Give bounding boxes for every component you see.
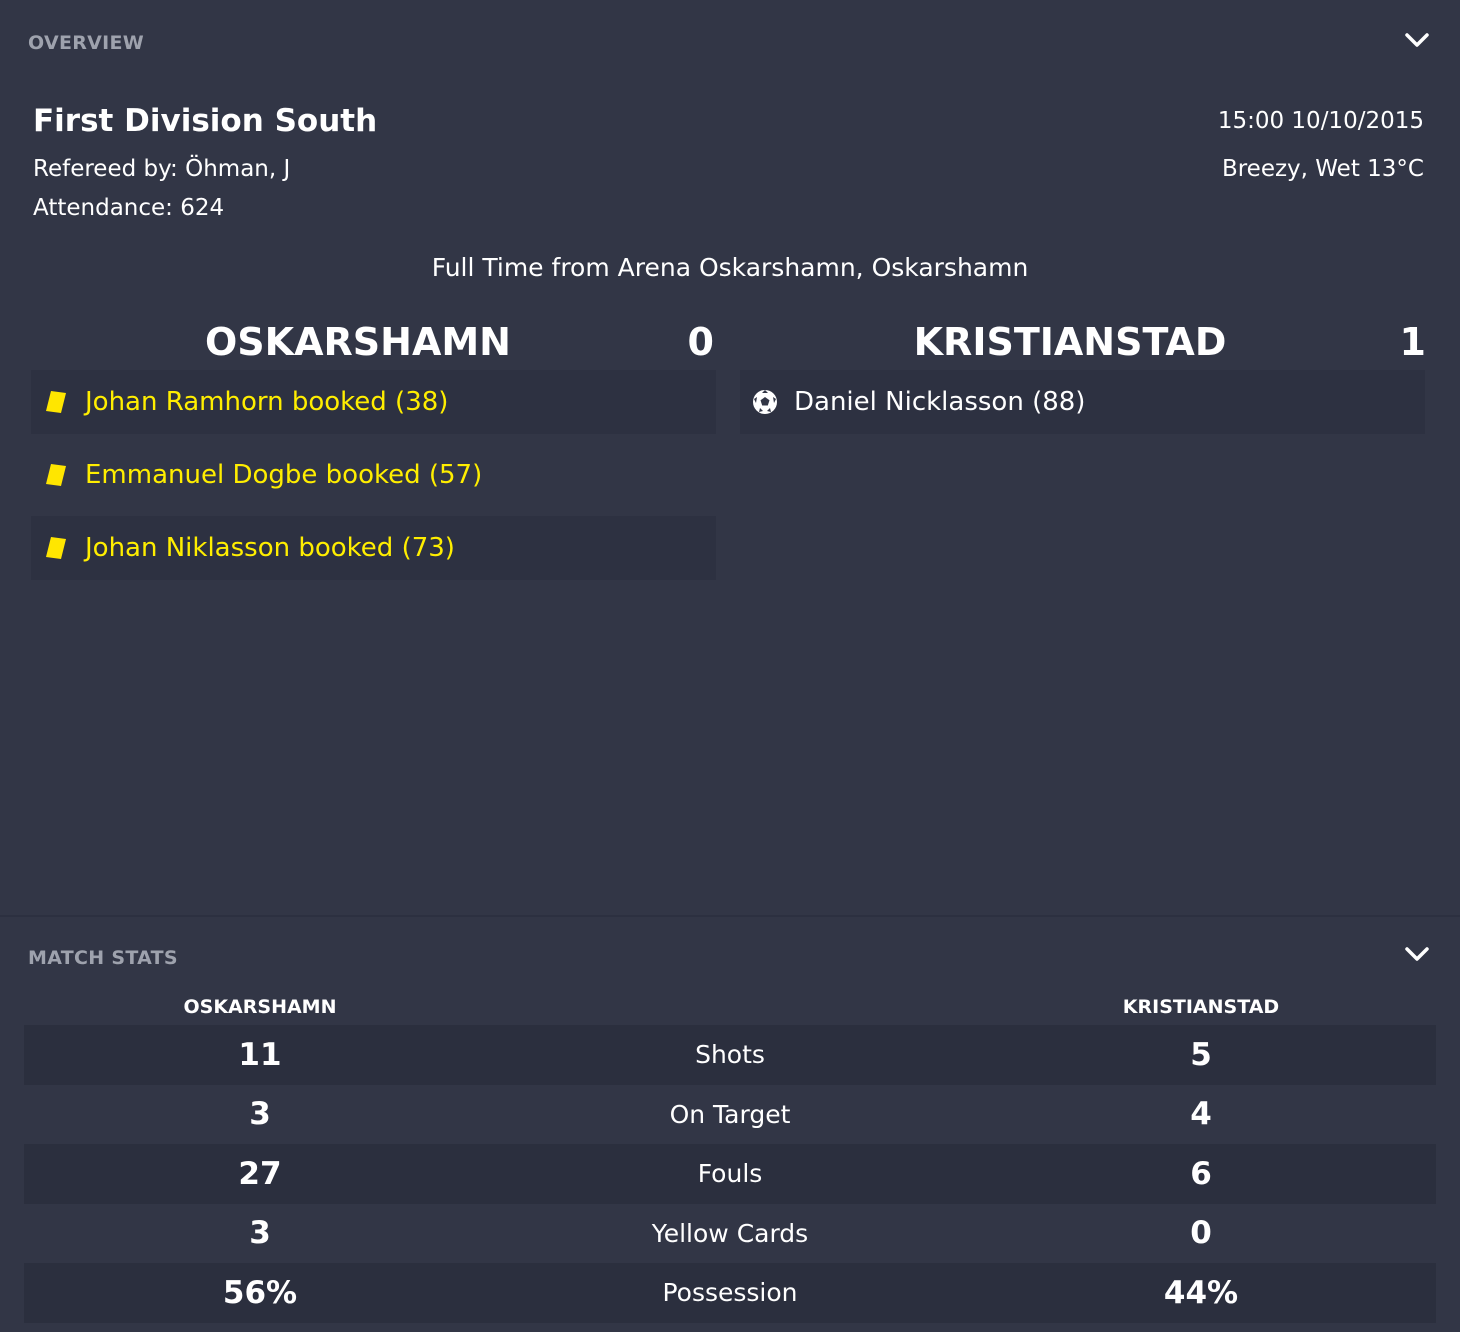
match-overview-panel: OVERVIEW First Division South Refereed b… [0,0,1460,1332]
home-events-list: Johan Ramhorn booked (38) Emmanuel Dogbe… [31,370,716,589]
stat-home-value: 3 [249,1215,271,1252]
yellow-card-icon [42,390,70,414]
stat-home-value: 11 [238,1036,282,1073]
stat-label: Fouls [697,1159,763,1189]
away-team-name[interactable]: KRISTIANSTAD [870,320,1270,364]
event-booking[interactable]: Johan Ramhorn booked (38) [31,370,716,434]
stat-away-value: 6 [1190,1155,1212,1192]
stat-away-value: 5 [1190,1036,1212,1073]
stat-label: Shots [695,1040,765,1070]
home-team-name[interactable]: OSKARSHAMN [158,320,558,364]
stat-away-value: 4 [1190,1096,1212,1133]
stat-row-fouls: 27 Fouls 6 [24,1144,1436,1204]
event-goal[interactable]: Daniel Nicklasson (88) [740,370,1425,434]
event-booking[interactable]: Johan Niklasson booked (73) [31,516,716,580]
event-text: Daniel Nicklasson (88) [794,387,1086,417]
event-text: Emmanuel Dogbe booked (57) [85,460,483,490]
competition-title[interactable]: First Division South [33,103,377,139]
stat-label: Yellow Cards [651,1218,809,1248]
venue-status-text: Full Time from Arena Oskarshamn, Oskarsh… [431,253,1029,282]
stat-home-value: 56% [222,1274,298,1311]
match-stats-section-title: MATCH STATS [28,947,178,969]
away-team-score: 1 [1399,320,1426,364]
stat-home-value: 3 [249,1096,271,1133]
stat-label: On Target [669,1099,791,1129]
stat-label: Possession [662,1278,798,1308]
yellow-card-icon [42,536,70,560]
stat-row-on-target: 3 On Target 4 [24,1085,1436,1145]
match-stats-table: 11 Shots 5 3 On Target 4 27 Fouls 6 3 Ye… [24,1025,1436,1323]
referee-text: Refereed by: Öhman, J [33,156,291,182]
stat-away-value: 44% [1163,1274,1239,1311]
yellow-card-icon [42,463,70,487]
event-text: Johan Niklasson booked (73) [85,533,455,563]
attendance-text: Attendance: 624 [33,195,225,221]
home-team-score: 0 [687,320,714,364]
football-icon [751,388,779,416]
stat-away-value: 0 [1190,1215,1212,1252]
event-booking[interactable]: Emmanuel Dogbe booked (57) [31,443,716,507]
match-weather: Breezy, Wet 13°C [1221,156,1424,182]
stat-row-possession: 56% Possession 44% [24,1263,1436,1323]
away-events-list: Daniel Nicklasson (88) [740,370,1425,443]
overview-section-title: OVERVIEW [28,32,145,54]
stats-home-header: OSKARSHAMN [183,996,337,1018]
event-text: Johan Ramhorn booked (38) [85,387,449,417]
match-stats-collapse-chevron-down-icon[interactable] [1404,944,1430,964]
match-datetime: 15:00 10/10/2015 [1217,108,1424,134]
overview-collapse-chevron-down-icon[interactable] [1404,30,1430,50]
stat-row-yellow-cards: 3 Yellow Cards 0 [24,1204,1436,1264]
stat-home-value: 27 [238,1155,282,1192]
stats-away-header: KRISTIANSTAD [1122,996,1280,1018]
stat-row-shots: 11 Shots 5 [24,1025,1436,1085]
section-divider [0,915,1460,917]
